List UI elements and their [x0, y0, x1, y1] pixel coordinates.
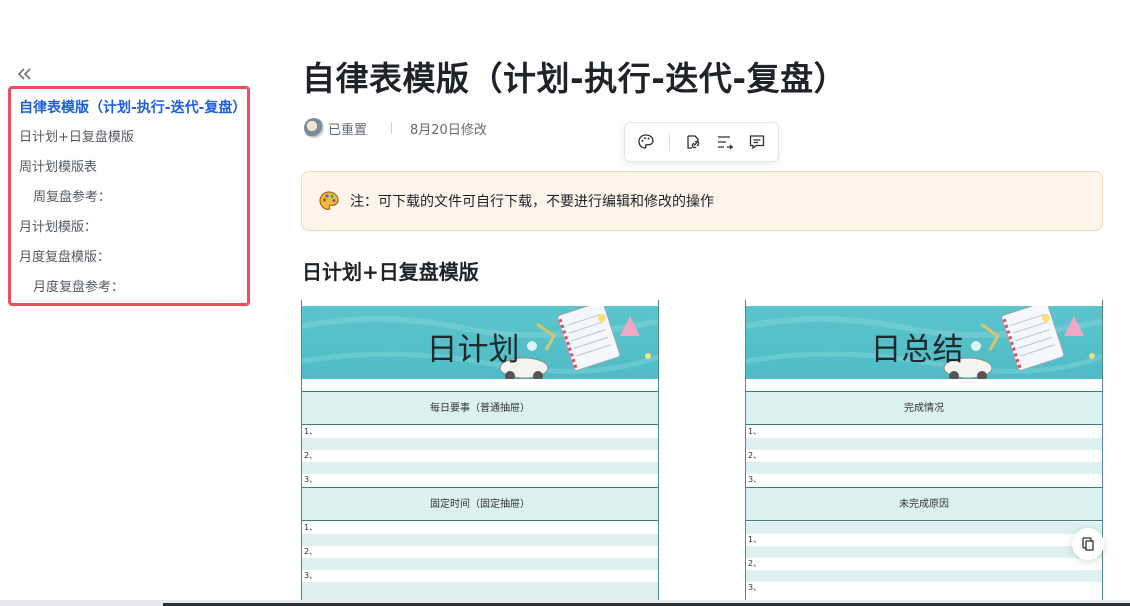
- toc-item-monthly-plan[interactable]: 月计划模版：: [19, 215, 247, 245]
- palette-icon[interactable]: [635, 131, 657, 153]
- sheet-row: 2、: [304, 547, 318, 556]
- sheet-row: 2、: [748, 559, 762, 568]
- sheet-row: 3、: [304, 571, 318, 580]
- sheet-row: 1、: [304, 427, 318, 436]
- toc-item-monthly-review[interactable]: 月度复盘模版：: [19, 245, 247, 275]
- text-direction-icon[interactable]: [714, 131, 736, 153]
- sheet-row: 3、: [304, 475, 318, 484]
- palette-icon: [318, 190, 340, 212]
- callout-text: 注：可下载的文件可自行下载，不要进行编辑和修改的操作: [350, 194, 714, 210]
- link-doc-icon[interactable]: [682, 131, 704, 153]
- sheet-row: 2、: [748, 451, 762, 460]
- sheet-row-shaded: [746, 522, 1102, 534]
- toc-item-title[interactable]: 自律表模版（计划-执行-迭代-复盘）: [19, 95, 247, 125]
- sheet-header: 未完成原因: [746, 487, 1102, 521]
- toc-item-daily-plan[interactable]: 日计划+日复盘模版: [19, 125, 247, 155]
- sheet-row-shaded: [302, 582, 658, 600]
- section-heading: 日计划+日复盘模版: [302, 260, 479, 284]
- sheet-row: 3、: [748, 583, 762, 592]
- sheet-row: 2、: [304, 451, 318, 460]
- banner-title: 日总结: [870, 332, 964, 368]
- sheet-row-shaded: [302, 438, 658, 450]
- divider: [391, 122, 393, 134]
- sheet-row: 1、: [748, 535, 762, 544]
- doc-meta: 已重置 8月20日修改: [304, 117, 487, 139]
- modified-time: 8月20日修改: [410, 122, 487, 138]
- daily-plan-image[interactable]: 日计划 每日要事（普通抽屉） 1、 2、 3、 固定时间（固定抽屉） 1、 2、…: [301, 300, 659, 600]
- callout-note: 注：可下载的文件可自行下载，不要进行编辑和修改的操作: [301, 171, 1103, 231]
- horizontal-scrollbar[interactable]: [0, 600, 1130, 606]
- sheet-row-shaded: [746, 570, 1102, 582]
- avatar[interactable]: [304, 118, 324, 138]
- banner-title: 日计划: [426, 332, 520, 368]
- copy-icon[interactable]: [1072, 528, 1104, 560]
- sheet-row-shaded: [302, 534, 658, 546]
- banner: 日总结: [746, 306, 1102, 379]
- toc-item-weekly-plan[interactable]: 周计划模版表: [19, 155, 247, 185]
- sheet-row-shaded: [746, 462, 1102, 474]
- collapse-sidebar-icon[interactable]: [14, 64, 34, 84]
- floating-toolbar: [624, 122, 779, 162]
- table-of-contents: 自律表模版（计划-执行-迭代-复盘） 日计划+日复盘模版 周计划模版表 周复盘参…: [8, 86, 250, 306]
- sheet-row-shaded: [302, 462, 658, 474]
- sheet-header: 每日要事（普通抽屉）: [302, 391, 658, 425]
- toolbar-divider: [669, 133, 670, 151]
- author-name[interactable]: 已重置: [328, 119, 367, 138]
- daily-summary-image[interactable]: 日总结 完成情况 1、 2、 3、 未完成原因 1、 2、 3、: [745, 300, 1103, 600]
- sheet-row: 1、: [304, 523, 318, 532]
- sheet-header: 完成情况: [746, 391, 1102, 425]
- page-title: 自律表模版（计划-执行-迭代-复盘）: [302, 59, 848, 98]
- toc-item-monthly-review-ref[interactable]: 月度复盘参考：: [19, 275, 247, 305]
- banner: 日计划: [302, 306, 658, 379]
- sheet-header: 固定时间（固定抽屉）: [302, 487, 658, 521]
- sheet-row-shaded: [302, 558, 658, 570]
- sheet-row-shaded: [746, 438, 1102, 450]
- comment-icon[interactable]: [746, 131, 768, 153]
- sheet-row-shaded: [746, 546, 1102, 558]
- sheet-row: 3、: [748, 475, 762, 484]
- toc-item-weekly-review-ref[interactable]: 周复盘参考：: [19, 185, 247, 215]
- sheet-row: 1、: [748, 427, 762, 436]
